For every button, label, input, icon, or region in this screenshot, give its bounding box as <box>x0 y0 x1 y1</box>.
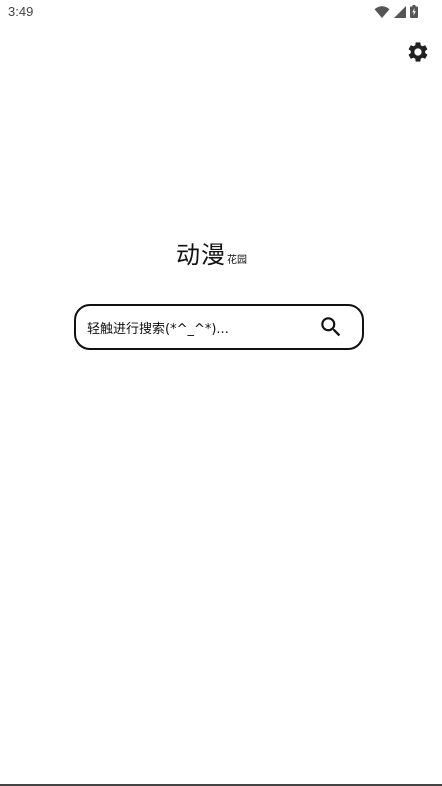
gear-icon <box>406 40 430 64</box>
app-title: 动漫 <box>176 241 226 269</box>
status-icons <box>374 5 418 18</box>
search-button[interactable] <box>317 313 345 341</box>
status-time: 3:49 <box>8 4 34 19</box>
app-logo: 动漫 花园 <box>176 240 247 270</box>
battery-charging-icon <box>410 5 418 18</box>
search-icon <box>318 314 344 340</box>
settings-button[interactable] <box>406 40 430 64</box>
app-subtitle: 花园 <box>227 255 247 266</box>
search-placeholder: 轻触进行搜索(*^_^*)... <box>87 321 229 337</box>
cellular-signal-icon <box>394 5 406 18</box>
status-bar: 3:49 <box>0 0 442 26</box>
search-input[interactable]: 轻触进行搜索(*^_^*)... <box>74 304 364 350</box>
wifi-icon <box>374 5 390 18</box>
